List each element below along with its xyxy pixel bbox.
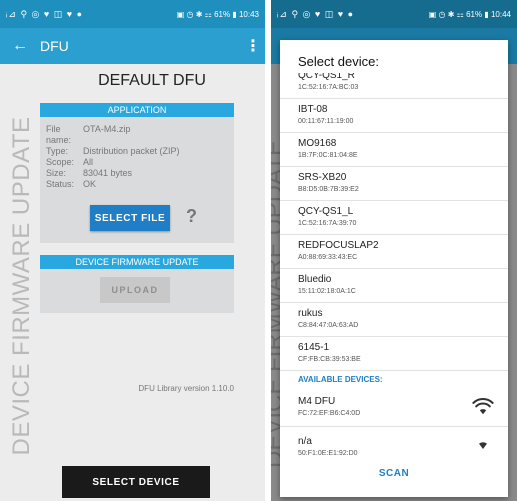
device-name: n/a xyxy=(298,436,312,447)
scan-button[interactable]: SCAN xyxy=(280,468,508,479)
info-label: Scope: xyxy=(46,157,75,167)
vertical-title: DEVICE FIRMWARE UPDATE xyxy=(8,116,35,456)
dfu-panel: DEVICE FIRMWARE UPDATE UPLOAD xyxy=(40,255,234,313)
status-bar: ᵢ⊿ ⚲ ◎ ♥ ◫ ♥ ● ▣ ◷ ✱ ⚏ 61% ▮ 10:43 xyxy=(0,0,265,28)
status-icons: ▣ ◷ ✱ ⚏ xyxy=(428,9,464,19)
status-icons: ▣ ◷ ✱ ⚏ xyxy=(176,9,212,19)
available-device-item[interactable]: M4 DFU FC:72:EF:B6:C4:0D xyxy=(280,387,508,427)
more-vert-icon[interactable]: ⋮ xyxy=(241,36,265,56)
device-item[interactable]: IBT-08 00:11:67:11:19:00 xyxy=(280,99,508,133)
info-row-file-name: File name: OTA-M4.zip xyxy=(40,124,234,146)
info-value: 83041 bytes xyxy=(83,168,133,178)
device-address: 1B:7F:0C:81:04:8E xyxy=(298,152,358,159)
info-value: OK xyxy=(83,179,97,189)
dialog-title: Select device: xyxy=(298,54,379,69)
page-heading: DEFAULT DFU xyxy=(98,72,206,89)
clock: 10:43 xyxy=(238,9,259,19)
device-name: M4 DFU xyxy=(298,396,336,407)
clock: 10:44 xyxy=(490,9,511,19)
device-address: B8:D5:0B:7B:39:E2 xyxy=(298,186,359,193)
device-item[interactable]: Bluedio 15:11:02:18:0A:1C xyxy=(280,269,508,303)
app-bar: ← DFU ⋮ xyxy=(0,28,265,64)
status-icons-left: ᵢ⊿ ⚲ ◎ ♥ ◫ ♥ ● xyxy=(277,8,355,19)
help-button[interactable]: ? xyxy=(186,206,197,227)
device-address: 1C:52:16:7A:39:70 xyxy=(298,220,357,227)
device-item[interactable]: rukus C8:84:47:0A:63:AD xyxy=(280,303,508,337)
device-item[interactable]: SRS-XB20 B8:D5:0B:7B:39:E2 xyxy=(280,167,508,201)
device-address: FC:72:EF:B6:C4:0D xyxy=(298,410,361,417)
available-device-item[interactable]: n/a 50:F1:0E:E1:92:D0 xyxy=(280,427,508,457)
device-name: QCY-QS1_R xyxy=(298,73,355,81)
device-item[interactable]: MO9168 1B:7F:0C:81:04:8E xyxy=(280,133,508,167)
select-device-button[interactable]: SELECT DEVICE xyxy=(62,466,210,498)
device-name: MO9168 xyxy=(298,138,337,149)
wifi-signal-icon xyxy=(472,398,494,415)
device-address: 00:11:67:11:19:00 xyxy=(298,118,354,125)
application-panel-header: APPLICATION xyxy=(40,103,234,117)
application-panel: APPLICATION File name: OTA-M4.zip Type: … xyxy=(40,103,234,243)
info-row-scope: Scope: All xyxy=(40,157,234,168)
arrow-left-icon[interactable]: ← xyxy=(0,37,40,55)
device-name: SRS-XB20 xyxy=(298,172,347,183)
library-version: DFU Library version 1.10.0 xyxy=(138,384,234,393)
dfu-panel-header: DEVICE FIRMWARE UPDATE xyxy=(40,255,234,269)
device-address: A0:88:69:33:43:EC xyxy=(298,254,358,261)
file-info: File name: OTA-M4.zip Type: Distribution… xyxy=(40,117,234,190)
device-item[interactable]: QCY-QS1_R 1C:52:16:7A:BC:03 xyxy=(280,73,508,99)
device-address: 1C:52:16:7A:BC:03 xyxy=(298,84,359,91)
device-item[interactable]: REDFOCUSLAP2 A0:88:69:33:43:EC xyxy=(280,235,508,269)
device-name: Bluedio xyxy=(298,274,332,285)
device-address: 15:11:02:18:0A:1C xyxy=(298,288,356,295)
upload-button[interactable]: UPLOAD xyxy=(100,277,170,303)
battery-level: 61% xyxy=(466,9,483,19)
wifi-signal-icon xyxy=(479,442,487,449)
status-icons-right: ▣ ◷ ✱ ⚏ 61% ▮ 10:44 xyxy=(429,10,511,19)
info-value: All xyxy=(83,157,94,167)
device-name: 6145-1 xyxy=(298,342,330,353)
select-device-dialog: Select device: QCY-QS1_R 1C:52:16:7A:BC:… xyxy=(280,40,508,497)
status-icons-left: ᵢ⊿ ⚲ ◎ ♥ ◫ ♥ ● xyxy=(6,8,84,19)
info-label: File name: xyxy=(46,124,72,145)
info-value: Distribution packet (ZIP) xyxy=(83,146,180,156)
battery-icon: ▮ xyxy=(484,9,489,19)
device-name: IBT-08 xyxy=(298,104,328,115)
available-devices-label: AVAILABLE DEVICES: xyxy=(298,375,383,384)
device-address: CF:FB:CB:39:53:BE xyxy=(298,356,361,363)
device-item[interactable]: QCY-QS1_L 1C:52:16:7A:39:70 xyxy=(280,201,508,235)
device-address: 50:F1:0E:E1:92:D0 xyxy=(298,450,358,457)
device-name: rukus xyxy=(298,308,323,319)
info-row-status: Status: OK xyxy=(40,179,234,190)
info-label: Status: xyxy=(46,179,75,189)
device-name: REDFOCUSLAP2 xyxy=(298,240,379,251)
battery-level: 61% xyxy=(214,9,231,19)
select-device-screen: ᵢ⊿ ⚲ ◎ ♥ ◫ ♥ ● ▣ ◷ ✱ ⚏ 61% ▮ 10:44 DEVIC… xyxy=(271,0,517,501)
device-list[interactable]: QCY-QS1_R 1C:52:16:7A:BC:03 IBT-08 00:11… xyxy=(280,73,508,457)
battery-icon: ▮ xyxy=(232,9,237,19)
select-file-button[interactable]: SELECT FILE xyxy=(90,205,170,231)
status-bar: ᵢ⊿ ⚲ ◎ ♥ ◫ ♥ ● ▣ ◷ ✱ ⚏ 61% ▮ 10:44 xyxy=(271,0,517,28)
info-label: Size: xyxy=(46,168,67,178)
info-label: Type: xyxy=(46,146,69,156)
status-icons-right: ▣ ◷ ✱ ⚏ 61% ▮ 10:43 xyxy=(177,10,259,19)
app-title: DFU xyxy=(40,38,69,54)
dfu-main-screen: ᵢ⊿ ⚲ ◎ ♥ ◫ ♥ ● ▣ ◷ ✱ ⚏ 61% ▮ 10:43 ← DFU… xyxy=(0,0,265,501)
info-row-size: Size: 83041 bytes xyxy=(40,168,234,179)
device-address: C8:84:47:0A:63:AD xyxy=(298,322,359,329)
device-name: QCY-QS1_L xyxy=(298,206,354,217)
device-item[interactable]: 6145-1 CF:FB:CB:39:53:BE xyxy=(280,337,508,371)
info-row-type: Type: Distribution packet (ZIP) xyxy=(40,146,234,157)
info-value: OTA-M4.zip xyxy=(83,124,131,134)
